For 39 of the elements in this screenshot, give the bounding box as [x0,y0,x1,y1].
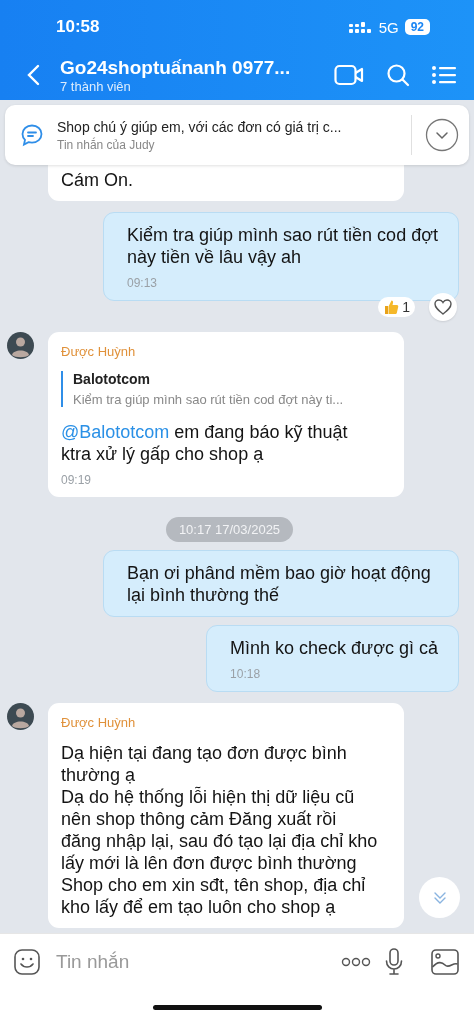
video-call-icon[interactable] [334,63,364,87]
pinned-message-sender: Tin nhắn của Judy [57,137,156,152]
signal-icon [348,21,373,33]
pinned-message-text: Shop chú ý giúp em, với các đơn có giá trị c... [57,118,343,135]
battery-level: 92 [404,19,430,35]
received-message-bubble[interactable]: Được Huỳnh Balototcom Kiểm tra giúp mình sao rút tiền cod đợt này ti... @Balototcom em đang báo kỹ thuật ktra xử lý gấp cho shop ạ 09:19 [48,332,404,497]
double-chevron-down-icon [432,890,447,905]
sent-message-bubble[interactable]: Kiểm tra giúp mình sao rút tiền cod đợt này tiền về lâu vậy ah 09:13 [103,212,459,301]
search-icon[interactable] [386,63,410,87]
thumbs-up-icon [383,299,400,315]
received-message-bubble[interactable]: Cám On. [48,165,404,201]
more-icon[interactable] [341,957,371,967]
message-icon [20,123,44,147]
chat-title: Go24shoptuấnanh 0977... [60,56,292,79]
sent-message-bubble[interactable]: Bạn ơi phând mềm bao giờ hoạt động lại bình thường thế [103,550,459,617]
avatar[interactable] [6,703,34,730]
menu-icon[interactable] [432,65,456,85]
quote-text: Kiểm tra giúp mình sao rút tiền cod đợt này ti... [73,392,345,407]
heart-icon [434,299,452,315]
back-icon[interactable] [26,64,40,86]
react-button[interactable] [429,293,457,321]
message-input[interactable]: Tin nhắn [54,950,327,974]
avatar[interactable] [6,332,34,359]
quote-author: Balototcom [73,371,151,387]
emoji-icon[interactable] [14,949,40,975]
image-icon[interactable] [431,949,459,975]
date-separator: 10:17 17/03/2025 [165,517,294,542]
pinned-message-banner[interactable]: Shop chú ý giúp em, với các đơn có giá trị c... Tin nhắn của Judy [5,105,469,165]
microphone-icon[interactable] [385,948,403,976]
sender-name: Được Huỳnh [61,344,137,359]
received-message-bubble[interactable]: Được Huỳnh Dạ hiện tại đang tạo đơn được bình thường ạ Dạ do hệ thống lỗi hiện thị dữ liệu cũ nên shop thông cảm Đăng xuất rồi đăng nhập lại, sau đó tạo lại địa chỉ kho lấy mới là lên đơn được bình thường Shop cho em xin sđt, tên shop, địa chỉ kho lấy để em tạo luôn cho shop ạ [48,703,404,928]
quoted-message[interactable]: Balototcom Kiểm tra giúp mình sao rút tiền cod đợt này ti... [61,371,390,407]
member-count: 7 thành viên [60,78,132,94]
expand-icon[interactable] [425,118,459,152]
sender-name: Được Huỳnh [61,715,137,730]
network-label: 5G [378,18,399,36]
sent-message-bubble[interactable]: Mình ko check được gì cả 10:18 [206,625,459,692]
status-time: 10:58 [56,17,100,37]
reaction-count[interactable]: 1 [378,297,415,317]
